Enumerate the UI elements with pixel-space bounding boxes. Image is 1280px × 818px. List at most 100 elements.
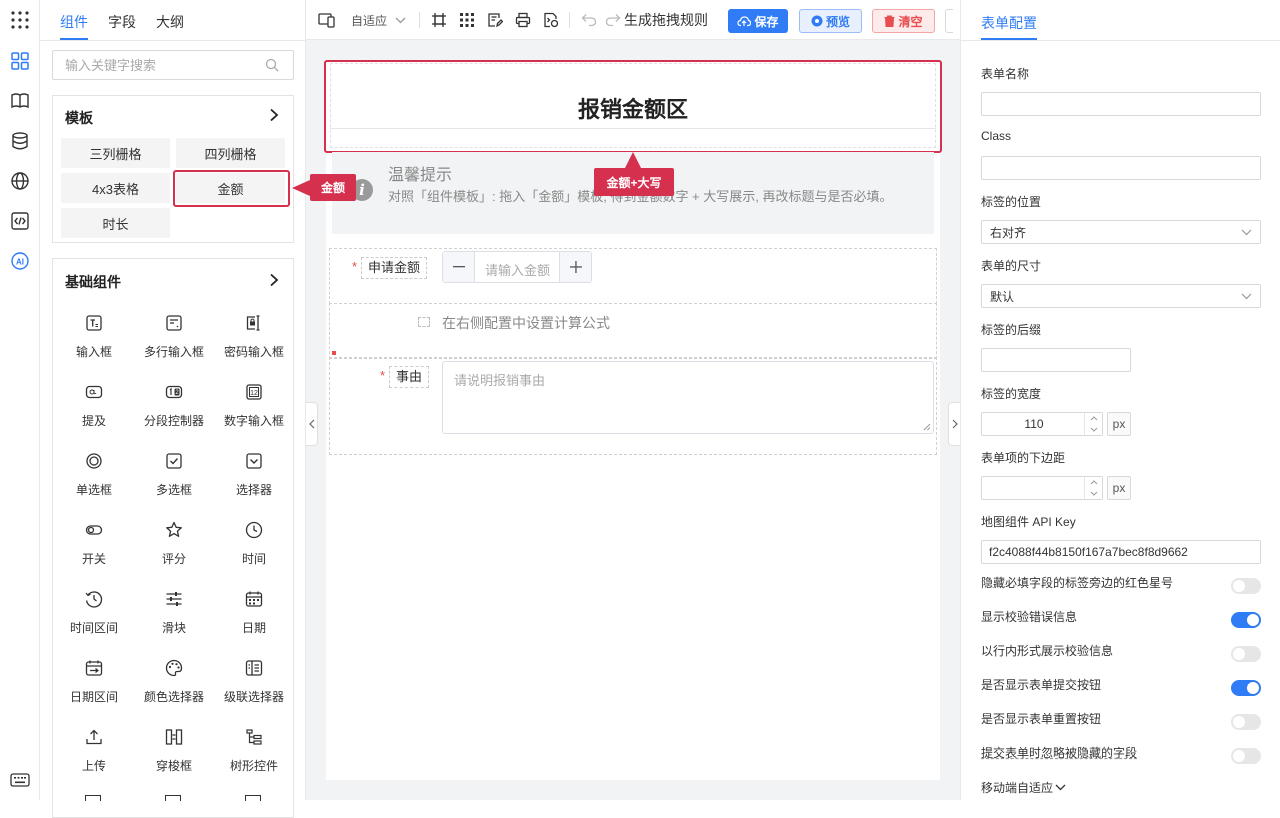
component-upload[interactable]: 上传 bbox=[54, 717, 134, 781]
formula-row[interactable] bbox=[329, 303, 937, 359]
label-position-select[interactable]: 右对齐 bbox=[981, 220, 1261, 244]
component-slider[interactable]: 滑块 bbox=[134, 579, 214, 643]
tab-divider bbox=[40, 40, 306, 41]
component-tree[interactable]: 树形控件 bbox=[214, 717, 294, 781]
increment-button[interactable] bbox=[559, 252, 591, 282]
component-text-input[interactable]: 输入框 bbox=[54, 303, 134, 367]
toggle-label: 提交表单时忽略被隐藏的字段 bbox=[981, 746, 1138, 760]
edit-doc-icon[interactable] bbox=[487, 10, 503, 30]
chevron-right-icon[interactable] bbox=[267, 108, 281, 125]
template-three-columns[interactable]: 三列栅格 bbox=[61, 138, 170, 168]
spinner[interactable] bbox=[1084, 413, 1102, 435]
form-name-input[interactable] bbox=[981, 92, 1261, 116]
undo-icon[interactable] bbox=[581, 10, 597, 30]
transform-icon[interactable] bbox=[543, 10, 559, 30]
switch-icon bbox=[54, 518, 134, 542]
class-input[interactable] bbox=[981, 156, 1261, 180]
apps-grid-icon[interactable] bbox=[8, 8, 32, 32]
tab-outline[interactable]: 大纲 bbox=[156, 12, 184, 32]
component-mention[interactable]: 提及 bbox=[54, 372, 134, 436]
save-button[interactable]: 保存 bbox=[728, 9, 788, 33]
code-icon[interactable] bbox=[8, 209, 32, 233]
print-icon[interactable] bbox=[515, 10, 531, 30]
component-clock[interactable]: 时间 bbox=[214, 510, 294, 574]
ai-icon[interactable]: AI bbox=[8, 249, 32, 273]
qrcode-icon[interactable] bbox=[459, 10, 475, 30]
template-4x3-table[interactable]: 4x3表格 bbox=[61, 173, 170, 203]
template-duration[interactable]: 时长 bbox=[61, 208, 170, 238]
item-margin-stepper[interactable] bbox=[981, 476, 1103, 500]
component-segmented[interactable]: 2 分段控制器 bbox=[134, 372, 214, 436]
map-key-input[interactable]: f2c4088f44b8150f167a7bec8f8d9662 bbox=[981, 540, 1261, 564]
preview-button[interactable]: 预览 bbox=[799, 9, 862, 33]
toggle-switch[interactable] bbox=[1231, 612, 1261, 628]
component-palette[interactable]: 颜色选择器 bbox=[134, 648, 214, 712]
device-icon[interactable] bbox=[318, 10, 336, 30]
segmented-icon: 2 bbox=[134, 380, 214, 404]
component-search[interactable] bbox=[52, 50, 294, 80]
tab-components[interactable]: 组件 bbox=[60, 12, 88, 32]
drag-handle-marker[interactable] bbox=[332, 351, 336, 355]
generate-rule-button[interactable]: 生成拖拽规则 bbox=[624, 10, 708, 30]
toggle-switch[interactable] bbox=[1231, 680, 1261, 696]
more-button-edge[interactable] bbox=[945, 9, 953, 33]
chevron-down-icon bbox=[1090, 491, 1098, 496]
amount-callout: 金额 bbox=[310, 174, 356, 201]
toggle-switch[interactable] bbox=[1231, 714, 1261, 730]
label-width-stepper[interactable]: 110 bbox=[981, 412, 1103, 436]
component-time-range[interactable]: 时间区间 bbox=[54, 579, 134, 643]
reason-textarea[interactable]: 请说明报销事由 bbox=[442, 361, 934, 434]
component-select[interactable]: 选择器 bbox=[214, 441, 294, 505]
decrement-button[interactable] bbox=[443, 252, 475, 282]
component-switch[interactable]: 开关 bbox=[54, 510, 134, 574]
tab-fields[interactable]: 字段 bbox=[108, 12, 136, 32]
toggle-label: 隐藏必填字段的标签旁边的红色星号 bbox=[981, 576, 1174, 590]
component-star[interactable]: 评分 bbox=[134, 510, 214, 574]
clear-button[interactable]: 清空 bbox=[872, 9, 935, 33]
label-suffix-input[interactable] bbox=[981, 348, 1131, 372]
toggle-switch[interactable] bbox=[1231, 578, 1261, 594]
amount-stepper[interactable]: 请输入金额 bbox=[442, 251, 592, 283]
toggle-switch[interactable] bbox=[1231, 748, 1261, 764]
unit-px: px bbox=[1107, 476, 1131, 500]
tab-form-config[interactable]: 表单配置 bbox=[981, 13, 1037, 33]
keyboard-icon[interactable] bbox=[8, 768, 32, 792]
toggle-knob bbox=[1233, 580, 1245, 592]
label-width-value[interactable]: 110 bbox=[982, 417, 1086, 431]
collapse-right-handle[interactable] bbox=[948, 402, 960, 446]
component-transfer[interactable]: 穿梭框 bbox=[134, 717, 214, 781]
component-radio[interactable]: 单选框 bbox=[54, 441, 134, 505]
adapt-select[interactable]: 自适应 bbox=[351, 10, 406, 30]
cascader-icon bbox=[214, 656, 294, 680]
globe-icon[interactable] bbox=[8, 169, 32, 193]
checkbox-icon bbox=[134, 449, 214, 473]
frame-icon[interactable] bbox=[431, 10, 447, 30]
component-textarea[interactable]: 多行输入框 bbox=[134, 303, 214, 367]
component-cascader[interactable]: 级联选择器 bbox=[214, 648, 294, 712]
right-config-panel: 表单配置 表单名称 Class 标签的位置 右对齐 表单的尺寸 默认 标签的后缀… bbox=[960, 0, 1280, 800]
label-width-label: 标签的宽度 bbox=[981, 387, 1042, 401]
chevron-right-icon[interactable] bbox=[267, 273, 281, 290]
spinner[interactable] bbox=[1084, 477, 1102, 499]
toggle-switch[interactable] bbox=[1231, 646, 1261, 662]
book-icon[interactable] bbox=[8, 89, 32, 113]
mobile-adapt-toggle[interactable]: 移动端自适应 bbox=[981, 779, 1066, 796]
component-checkbox[interactable]: 多选框 bbox=[134, 441, 214, 505]
form-size-select[interactable]: 默认 bbox=[981, 284, 1261, 308]
component-password[interactable]: 密码输入框 bbox=[214, 303, 294, 367]
component-calendar[interactable]: 日期 bbox=[214, 579, 294, 643]
redo-icon[interactable] bbox=[605, 10, 621, 30]
component-number-input[interactable]: 12 数字输入框 bbox=[214, 372, 294, 436]
component-label: 日期区间 bbox=[69, 690, 118, 704]
search-icon[interactable] bbox=[265, 58, 279, 75]
search-input[interactable] bbox=[53, 51, 253, 79]
database-icon[interactable] bbox=[8, 129, 32, 153]
form-size-label: 表单的尺寸 bbox=[981, 259, 1042, 273]
components-icon[interactable] bbox=[8, 49, 32, 73]
mobile-adapt-label: 移动端自适应 bbox=[981, 781, 1054, 795]
component-date-range[interactable]: 日期区间 bbox=[54, 648, 134, 712]
component-label: 输入框 bbox=[75, 345, 112, 359]
template-four-columns[interactable]: 四列栅格 bbox=[176, 138, 285, 168]
collapse-left-handle[interactable] bbox=[306, 402, 318, 446]
amount-input[interactable]: 请输入金额 bbox=[485, 260, 551, 279]
